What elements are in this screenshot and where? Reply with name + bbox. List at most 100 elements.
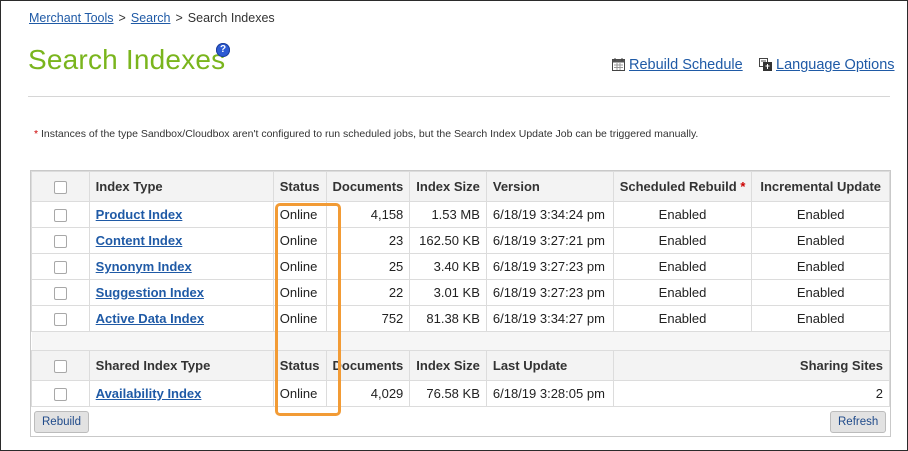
row-select-cell <box>31 227 90 254</box>
breadcrumb-merchant-tools[interactable]: Merchant Tools <box>29 11 114 25</box>
documents-cell: 25 <box>325 253 411 280</box>
index-name-cell: Synonym Index <box>88 253 274 280</box>
version-cell: 6/18/19 3:27:23 pm <box>485 279 614 306</box>
breadcrumb-search[interactable]: Search <box>131 11 171 25</box>
breadcrumb: Merchant Tools > Search > Search Indexes <box>29 11 275 25</box>
col-sharing-sites: Sharing Sites <box>612 350 891 381</box>
col-scheduled-rebuild-label: Scheduled Rebuild <box>619 179 737 194</box>
search-index-table: Index Type Status Documents Index Size V… <box>31 171 891 407</box>
version-cell: 6/18/19 3:27:23 pm <box>485 253 614 280</box>
status-cell: Online <box>272 201 327 228</box>
index-name-cell: Content Index <box>88 227 274 254</box>
index-name-cell: Product Index <box>88 201 274 228</box>
language-options-link[interactable]: Language Options <box>776 57 895 73</box>
row-select-cell <box>31 279 90 306</box>
col-index-size: Index Size <box>409 171 487 202</box>
table-row: Active Data Index Online 752 81.38 KB 6/… <box>31 305 890 332</box>
col-index-type: Index Type <box>88 171 274 202</box>
status-cell: Online <box>272 253 327 280</box>
note-text: Instances of the type Sandbox/Cloudbox a… <box>38 128 699 140</box>
table-row: Synonym Index Online 25 3.40 KB 6/18/19 … <box>31 253 890 280</box>
scheduled-cell: Enabled <box>612 305 753 332</box>
incremental-cell: Enabled <box>751 201 890 228</box>
col-shared-index-type: Shared Index Type <box>88 350 274 381</box>
index-name-link[interactable]: Suggestion Index <box>96 285 204 300</box>
index-name-cell: Active Data Index <box>88 305 274 332</box>
col-incremental-update: Incremental Update <box>751 171 890 202</box>
required-star: * <box>740 179 746 194</box>
version-cell: 6/18/19 3:27:21 pm <box>485 227 614 254</box>
col-shared-documents: Documents <box>325 350 411 381</box>
last-update-cell: 6/18/19 3:28:05 pm <box>485 380 614 407</box>
row-select-cell <box>31 201 90 228</box>
row-checkbox[interactable] <box>53 235 67 249</box>
row-checkbox[interactable] <box>53 388 67 402</box>
status-cell: Online <box>272 380 327 407</box>
shared-table-header: Shared Index Type Status Documents Index… <box>31 350 891 381</box>
row-checkbox[interactable] <box>53 313 67 327</box>
select-all-checkbox[interactable] <box>53 181 67 195</box>
col-documents: Documents <box>325 171 411 202</box>
scheduled-cell: Enabled <box>612 227 753 254</box>
refresh-button[interactable]: Refresh <box>830 411 887 433</box>
shared-select-all-checkbox[interactable] <box>53 360 67 374</box>
incremental-cell: Enabled <box>751 279 890 306</box>
calendar-icon <box>612 58 625 75</box>
row-checkbox[interactable] <box>53 261 67 275</box>
size-cell: 162.50 KB <box>409 227 487 254</box>
col-last-update: Last Update <box>485 350 614 381</box>
spacer-cell <box>31 331 890 351</box>
incremental-cell: Enabled <box>751 227 890 254</box>
table-spacer <box>31 331 890 351</box>
index-name-cell: Suggestion Index <box>88 279 274 306</box>
index-name-link[interactable]: Product Index <box>96 207 183 222</box>
table-row: Content Index Online 23 162.50 KB 6/18/1… <box>31 227 890 254</box>
sandbox-note: * Instances of the type Sandbox/Cloudbox… <box>34 128 698 140</box>
documents-cell: 23 <box>325 227 411 254</box>
documents-cell: 4,029 <box>325 380 411 407</box>
col-version: Version <box>485 171 614 202</box>
documents-cell: 752 <box>325 305 411 332</box>
language-options-link-wrap: Language Options <box>759 57 895 75</box>
page-title: Search Indexes <box>28 44 226 75</box>
version-cell: 6/18/19 3:34:27 pm <box>485 305 614 332</box>
version-cell: 6/18/19 3:34:24 pm <box>485 201 614 228</box>
col-scheduled-rebuild: Scheduled Rebuild * <box>612 171 753 202</box>
header-divider <box>28 96 890 97</box>
help-icon[interactable]: ? <box>216 43 230 57</box>
index-name-link[interactable]: Synonym Index <box>96 259 192 274</box>
breadcrumb-separator: > <box>118 11 126 25</box>
row-select-cell <box>31 253 90 280</box>
index-name-link[interactable]: Active Data Index <box>96 311 204 326</box>
breadcrumb-separator: > <box>175 11 183 25</box>
status-cell: Online <box>272 227 327 254</box>
table-row: Availability Index Online 4,029 76.58 KB… <box>31 380 891 407</box>
size-cell: 1.53 MB <box>409 201 487 228</box>
col-status: Status <box>272 171 327 202</box>
row-select-cell <box>31 380 90 407</box>
table-row: Product Index Online 4,158 1.53 MB 6/18/… <box>31 201 890 228</box>
col-shared-index-size: Index Size <box>409 350 487 381</box>
row-checkbox[interactable] <box>53 209 67 223</box>
search-index-table-wrap: Index Type Status Documents Index Size V… <box>30 170 891 437</box>
table-row: Suggestion Index Online 22 3.01 KB 6/18/… <box>31 279 890 306</box>
status-cell: Online <box>272 279 327 306</box>
row-checkbox[interactable] <box>53 287 67 301</box>
breadcrumb-current: Search Indexes <box>187 11 275 25</box>
rebuild-button[interactable]: Rebuild <box>34 411 89 433</box>
rebuild-schedule-link-wrap: Rebuild Schedule <box>612 57 743 75</box>
shared-select-all-cell <box>31 350 90 381</box>
index-name-link[interactable]: Availability Index <box>96 386 202 401</box>
rebuild-schedule-link[interactable]: Rebuild Schedule <box>629 57 743 73</box>
size-cell: 81.38 KB <box>409 305 487 332</box>
index-table-header: Index Type Status Documents Index Size V… <box>31 171 890 202</box>
incremental-cell: Enabled <box>751 253 890 280</box>
size-cell: 3.01 KB <box>409 279 487 306</box>
incremental-cell: Enabled <box>751 305 890 332</box>
scheduled-cell: Enabled <box>612 279 753 306</box>
translate-icon <box>759 58 772 75</box>
documents-cell: 22 <box>325 279 411 306</box>
scheduled-cell: Enabled <box>612 201 753 228</box>
index-name-link[interactable]: Content Index <box>96 233 183 248</box>
status-cell: Online <box>272 305 327 332</box>
